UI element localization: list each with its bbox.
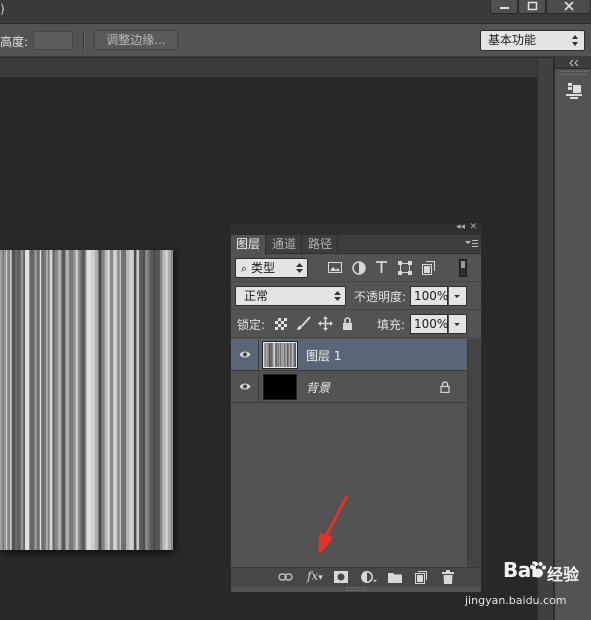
opacity-dropdown[interactable] <box>449 286 467 306</box>
lock-pixels-brush-icon[interactable] <box>295 316 311 332</box>
dock-header[interactable] <box>555 57 591 69</box>
lock-all-icon[interactable] <box>342 317 353 330</box>
baidu-jingyan-watermark: Bai 经验 jingyan.baidu.com <box>465 552 591 620</box>
type-layer-filter-icon[interactable] <box>375 261 388 274</box>
vertical-scrollbar[interactable] <box>537 58 553 620</box>
layer-thumbnail[interactable] <box>263 374 297 400</box>
panel-collapse-icon[interactable]: ◂◂ <box>456 222 465 232</box>
layer-row[interactable]: 图层 1 <box>231 339 467 371</box>
tab-layers[interactable]: 图层 <box>231 235 267 255</box>
chevron-down-icon <box>454 323 460 326</box>
eye-icon <box>239 351 251 358</box>
layer-thumbnail-texture <box>264 343 297 367</box>
fill-dropdown[interactable] <box>449 314 467 334</box>
tab-channels[interactable]: 通道 <box>267 235 303 254</box>
close-icon <box>564 1 574 11</box>
new-group-folder-icon[interactable] <box>388 571 402 583</box>
right-dock <box>554 57 591 620</box>
watermark-logo-suffix: 经验 <box>547 565 580 584</box>
delete-layer-trash-icon[interactable] <box>442 570 454 584</box>
opacity-label: 不透明度: <box>354 290 407 304</box>
maximize-icon <box>527 1 538 11</box>
chevron-down-icon <box>454 295 460 298</box>
layer-mask-icon[interactable] <box>334 571 348 583</box>
minimize-button[interactable] <box>490 0 518 14</box>
title-bar: ) <box>0 0 591 24</box>
adjustment-layer-icon[interactable] <box>361 571 377 584</box>
visibility-toggle[interactable] <box>231 371 259 403</box>
lock-position-move-icon[interactable] <box>318 316 333 331</box>
layers-scrollbar[interactable] <box>467 339 481 567</box>
panel-close-icon[interactable]: ✕ <box>469 222 477 232</box>
pixel-layer-filter-icon[interactable] <box>328 261 342 274</box>
smart-object-filter-icon[interactable] <box>422 261 435 275</box>
panel-menu-icon[interactable] <box>464 238 478 250</box>
panel-title-bar[interactable]: ◂◂ ✕ <box>231 222 481 235</box>
panel-bottom-toolbar: fx▾ <box>231 567 481 587</box>
lock-row: 锁定: 填充: 100% <box>231 310 481 338</box>
refine-edge-button[interactable]: 调整边缘... <box>94 30 178 50</box>
lock-label: 锁定: <box>237 318 266 332</box>
collapse-icon <box>569 59 579 67</box>
layer-style-button[interactable]: fx▾ <box>307 569 323 583</box>
streak-texture <box>0 250 173 550</box>
workspace-value: 基本功能 <box>488 33 537 47</box>
updown-arrow-icon <box>334 291 341 301</box>
tab-paths[interactable]: 路径 <box>303 235 339 254</box>
panel-tabs: 图层 通道 路径 <box>231 235 481 255</box>
search-icon: ⌕ <box>241 262 248 275</box>
blend-mode-select[interactable]: 正常 <box>235 286 346 306</box>
maximize-button[interactable] <box>518 0 546 14</box>
paw-icon <box>530 562 546 578</box>
document-tab-bar <box>0 58 537 78</box>
layers-panel: ◂◂ ✕ 图层 通道 路径 ⌕ 类型 正常 不透明度: 100% 锁定: 填充:… <box>230 222 482 593</box>
layer-row[interactable]: 背景 <box>231 371 467 403</box>
options-bar: 高度: 调整边缘... 基本功能 <box>0 24 591 57</box>
panel-resize-grip[interactable] <box>346 587 366 591</box>
dock-grip[interactable] <box>561 71 587 75</box>
workspace-select[interactable]: 基本功能 <box>480 30 585 51</box>
fill-label: 填充: <box>377 318 406 332</box>
new-layer-icon[interactable] <box>415 571 427 584</box>
layer-thumbnail[interactable] <box>263 342 297 368</box>
filter-row: ⌕ 类型 <box>231 254 481 282</box>
link-layers-icon[interactable] <box>278 572 293 582</box>
shape-layer-filter-icon[interactable] <box>398 261 412 275</box>
watermark-url: jingyan.baidu.com <box>465 594 567 607</box>
adjustment-layer-filter-icon[interactable] <box>352 261 366 275</box>
document-image[interactable] <box>0 250 173 550</box>
divider <box>83 29 84 53</box>
lock-icon <box>440 381 450 393</box>
visibility-toggle[interactable] <box>231 339 259 371</box>
lock-transparent-icon[interactable] <box>275 318 287 330</box>
layer-name[interactable]: 图层 1 <box>306 347 341 364</box>
filter-kind-value: 类型 <box>251 261 276 275</box>
updown-arrow-icon <box>572 35 578 46</box>
tool-presets-icon[interactable] <box>565 82 583 100</box>
filter-toggle[interactable] <box>459 259 467 277</box>
layer-name[interactable]: 背景 <box>306 379 330 396</box>
window-title: ) <box>0 2 5 16</box>
close-button[interactable] <box>546 0 591 14</box>
minimize-icon <box>500 7 509 9</box>
height-field[interactable] <box>33 31 73 50</box>
filter-kind-select[interactable]: ⌕ 类型 <box>235 258 308 278</box>
blend-row: 正常 不透明度: 100% <box>231 282 481 310</box>
eye-icon <box>239 383 251 390</box>
updown-arrow-icon <box>296 263 303 273</box>
fx-icon: fx <box>307 569 319 583</box>
blend-mode-value: 正常 <box>244 289 269 303</box>
opacity-field[interactable]: 100% <box>410 286 448 306</box>
height-label: 高度: <box>0 35 29 49</box>
fill-field[interactable]: 100% <box>410 314 448 334</box>
annotation-arrow <box>318 495 349 554</box>
